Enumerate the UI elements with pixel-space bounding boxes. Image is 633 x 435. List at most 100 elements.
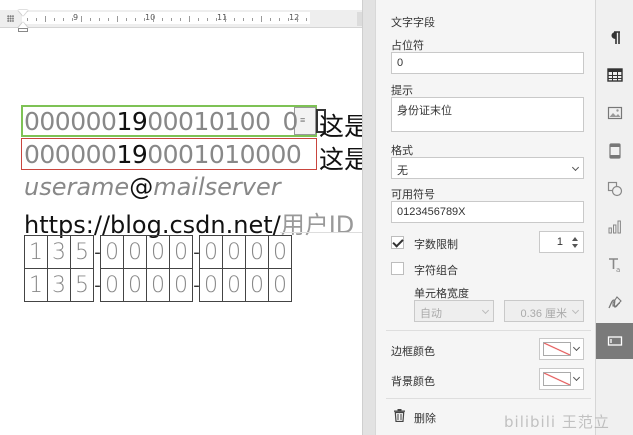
ruler-tick <box>99 18 100 21</box>
digit-cell[interactable]: 0 <box>146 235 170 269</box>
paragraph-settings-button[interactable] <box>596 20 633 56</box>
allowed-symbols-input[interactable]: 0123456789X <box>391 201 584 223</box>
ruler-track <box>22 12 310 24</box>
digit-cell[interactable]: 3 <box>47 268 71 302</box>
image-settings-button[interactable] <box>596 95 633 131</box>
ruler-number: 9 <box>73 13 79 22</box>
digit-cell[interactable]: 0 <box>222 268 246 302</box>
field-value-suffix: 00010100 <box>147 107 271 136</box>
ruler-tick <box>216 18 217 21</box>
shape-settings-button[interactable] <box>596 171 633 207</box>
chevron-down-icon <box>572 343 581 352</box>
ruler-tick <box>63 18 64 21</box>
ruler-tick <box>54 18 55 21</box>
digit-cell[interactable]: 0 <box>100 235 124 269</box>
signature-settings-button[interactable] <box>596 285 633 321</box>
chevron-down-icon <box>571 163 580 172</box>
digit-cell[interactable]: 0 <box>245 235 269 269</box>
bg-color-label: 背景颜色 <box>391 376 435 388</box>
table-settings-button[interactable] <box>596 57 633 93</box>
form-field-icon <box>607 336 623 346</box>
field-line-1[interactable]: 0000001900010100 0 <box>24 107 298 136</box>
horizontal-ruler[interactable]: 9 10 11 12 <box>0 10 362 28</box>
digit-cell[interactable]: 0 <box>268 268 292 302</box>
paragraph-icon <box>611 31 620 44</box>
ruler-tick <box>36 18 37 21</box>
digit-cell[interactable]: 1 <box>24 268 48 302</box>
digit-cell-row-2[interactable]: 1 3 5 - 0 0 0 0 - 0 0 0 0 <box>24 268 292 302</box>
ruler-tick <box>126 18 127 21</box>
digit-cell[interactable]: 0 <box>268 235 292 269</box>
char-limit-label: 字数限制 <box>414 239 458 251</box>
ruler-tick <box>153 16 154 22</box>
digit-cell[interactable]: 0 <box>169 268 193 302</box>
chevron-down-icon <box>571 306 580 315</box>
digit-cell[interactable]: 1 <box>24 235 48 269</box>
chart-settings-button[interactable] <box>596 209 633 245</box>
text-art-settings-button[interactable]: a <box>596 247 633 283</box>
char-limit-stepper[interactable]: 1 <box>539 231 584 253</box>
digit-cell[interactable]: 5 <box>70 235 94 269</box>
chevron-down-icon <box>481 306 490 315</box>
document-scroll-gutter[interactable] <box>362 0 375 435</box>
digit-cell[interactable]: 5 <box>70 268 94 302</box>
ruler-tick <box>162 18 163 21</box>
no-color-swatch <box>543 342 571 356</box>
digit-cell[interactable]: 0 <box>100 268 124 302</box>
trash-icon[interactable] <box>394 409 405 422</box>
email-user-placeholder: userame <box>24 173 130 201</box>
properties-panel: 文字字段 占位符 0 提示 身份证末位 格式 无 可用符号 0123456789… <box>375 0 595 435</box>
digit-cell[interactable]: 0 <box>199 268 223 302</box>
field-value-prefix: 000000 <box>24 107 117 136</box>
ruler-tick <box>198 18 199 21</box>
digit-cell[interactable]: 3 <box>47 235 71 269</box>
hint-input[interactable]: 身份证末位 <box>391 97 584 132</box>
ruler-tick <box>189 16 190 22</box>
stepper-up-icon[interactable] <box>572 237 578 241</box>
digit-cell[interactable]: 0 <box>123 268 147 302</box>
delete-button[interactable]: 删除 <box>414 410 436 426</box>
digit-cell[interactable]: 0 <box>146 268 170 302</box>
cell-width-input[interactable]: 0.36 厘米 <box>504 300 584 322</box>
text-art-icon: a <box>609 258 620 273</box>
digit-cell-row-1[interactable]: 1 3 5 - 0 0 0 0 - 0 0 0 0 <box>24 235 292 269</box>
bg-color-picker[interactable] <box>539 368 584 390</box>
digit-cell[interactable]: 0 <box>123 235 147 269</box>
left-indent-marker[interactable] <box>18 28 28 32</box>
char-limit-checkbox[interactable] <box>391 236 404 249</box>
ruler-tick <box>252 18 253 21</box>
first-line-indent-marker[interactable] <box>18 10 28 16</box>
email-field[interactable]: userame@mailserver <box>24 173 281 201</box>
ruler-tick <box>234 18 235 21</box>
ruler-tick <box>270 18 271 21</box>
digit-cell[interactable]: 0 <box>199 235 223 269</box>
digit-cell[interactable]: 0 <box>245 268 269 302</box>
placeholder-label: 占位符 <box>391 40 424 52</box>
panel-title: 文字字段 <box>391 17 435 29</box>
ruler-grip-icon[interactable] <box>7 15 14 22</box>
line-1-tail-text: 这是 <box>319 112 362 141</box>
chart-icon <box>608 220 621 234</box>
char-combine-label: 字符组合 <box>414 265 458 277</box>
watermark-text: bilibili 王范立 <box>504 413 610 431</box>
placeholder-input[interactable]: 0 <box>391 52 584 74</box>
format-select[interactable]: 无 <box>391 157 584 179</box>
cell-width-mode-select[interactable]: 自动 <box>414 300 494 322</box>
stepper-down-icon[interactable] <box>572 244 578 248</box>
ruler-tick <box>261 16 262 22</box>
ruler-tick <box>297 16 298 22</box>
ruler-tick <box>90 18 91 21</box>
char-combine-checkbox[interactable] <box>391 262 404 275</box>
document-canvas[interactable]: 9 10 11 12 ≡ 0000001900010100 0 这是 000000190… <box>0 0 362 435</box>
digit-cell[interactable]: 0 <box>169 235 193 269</box>
field-value-mid: 19 <box>116 107 148 136</box>
line-2-tail-text: 这是 <box>319 145 362 174</box>
char-limit-value: 1 <box>556 236 563 248</box>
digit-cell[interactable]: 0 <box>222 235 246 269</box>
signature-icon <box>608 296 622 309</box>
border-color-picker[interactable] <box>539 338 584 360</box>
field-underline <box>280 232 362 233</box>
form-field-settings-button[interactable] <box>596 323 633 359</box>
field-line-2[interactable]: 000000190001010000 <box>24 140 302 169</box>
page-settings-button[interactable] <box>596 133 633 169</box>
